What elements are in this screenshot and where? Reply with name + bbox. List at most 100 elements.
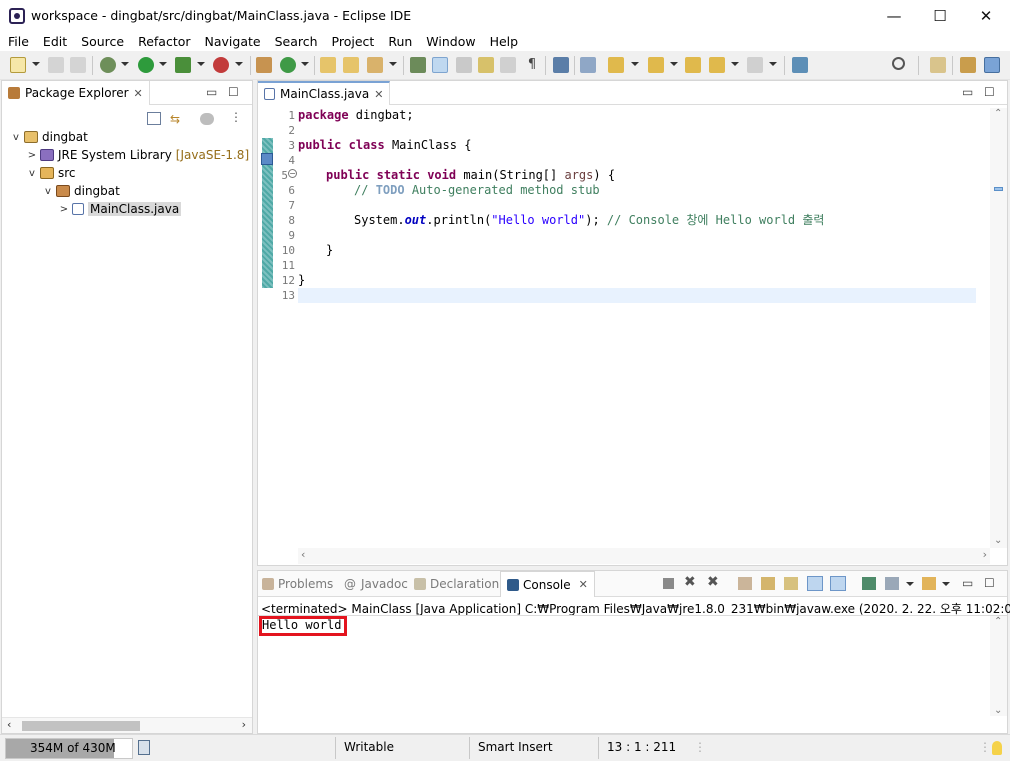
scroll-up-icon[interactable]: ⌃	[994, 616, 1002, 627]
menu-source[interactable]: Source	[73, 34, 130, 49]
last-edit-icon[interactable]	[685, 57, 701, 73]
external-tools-dropdown-icon[interactable]	[235, 62, 243, 66]
heap-status[interactable]: 354M of 430M	[5, 738, 133, 759]
package-explorer-hscrollbar[interactable]: ‹ ›	[2, 717, 252, 733]
garbage-collect-icon[interactable]	[138, 740, 150, 755]
save-icon[interactable]	[48, 57, 64, 73]
expand-chevron-icon[interactable]: v	[42, 186, 54, 197]
close-icon[interactable]: ✕	[579, 578, 588, 591]
menu-project[interactable]: Project	[324, 34, 381, 49]
link-with-editor-icon[interactable]: ⇆	[170, 112, 184, 126]
word-wrap-icon[interactable]	[500, 57, 516, 73]
tab-problems[interactable]: Problems	[262, 571, 333, 597]
close-icon[interactable]: ✕	[134, 87, 143, 100]
tree-item-project[interactable]: v dingbat	[10, 128, 88, 146]
overview-marker[interactable]	[994, 187, 1003, 191]
coverage-dropdown-icon[interactable]	[197, 62, 205, 66]
tab-console[interactable]: Console ✕	[500, 571, 595, 597]
menu-window[interactable]: Window	[418, 34, 481, 49]
search-icon[interactable]	[892, 57, 905, 70]
maximize-view-icon[interactable]: ☐	[984, 576, 995, 590]
view-menu-icon[interactable]: ⋮	[230, 110, 242, 124]
menu-edit[interactable]: Edit	[35, 34, 73, 49]
display-console-dropdown-icon[interactable]	[906, 582, 914, 586]
minimize-view-icon[interactable]: ▭	[962, 576, 973, 590]
open-console-icon[interactable]	[922, 577, 936, 590]
search-tool-icon[interactable]	[367, 57, 383, 73]
show-on-stderr-icon[interactable]	[830, 576, 846, 591]
new-icon[interactable]	[10, 57, 26, 73]
scroll-right-icon[interactable]: ›	[242, 718, 246, 731]
console-vscrollbar[interactable]: ⌃ ⌄	[990, 616, 1007, 716]
expand-chevron-icon[interactable]: >	[58, 204, 70, 215]
editor-tab-mainclass[interactable]: MainClass.java ✕	[258, 81, 391, 105]
previous-annotation-icon[interactable]	[648, 57, 664, 73]
open-task-icon[interactable]	[343, 57, 359, 73]
next-annotation-icon[interactable]	[608, 57, 624, 73]
run-dropdown-icon[interactable]	[159, 62, 167, 66]
back-icon[interactable]	[709, 57, 725, 73]
open-console-dropdown-icon[interactable]	[942, 582, 950, 586]
tree-item-package[interactable]: v dingbat	[42, 182, 120, 200]
new-java-class-icon[interactable]	[280, 57, 296, 73]
editor-vscrollbar[interactable]: ⌃ ⌄	[990, 108, 1007, 548]
tree-item-jre-library[interactable]: > JRE System Library [JavaSE-1.8]	[26, 146, 249, 164]
remove-launch-icon[interactable]: ✖	[684, 574, 696, 590]
scroll-left-icon[interactable]: ‹	[7, 718, 11, 731]
minimize-view-icon[interactable]: ▭	[206, 85, 217, 99]
menu-run[interactable]: Run	[380, 34, 418, 49]
debug-icon[interactable]	[100, 57, 116, 73]
minimize-button[interactable]: —	[871, 0, 917, 31]
pin-editor-icon[interactable]	[580, 57, 596, 73]
coverage-icon[interactable]	[175, 57, 191, 73]
previous-annotation-dropdown-icon[interactable]	[670, 62, 678, 66]
run-icon[interactable]	[138, 57, 154, 73]
expand-chevron-icon[interactable]: v	[10, 132, 22, 143]
collapse-all-icon[interactable]	[147, 112, 161, 125]
lightbulb-icon[interactable]	[992, 741, 1002, 755]
pilcrow-icon[interactable]: ¶	[524, 57, 540, 73]
tab-javadoc[interactable]: @ Javadoc	[344, 571, 408, 597]
mark-occurrences-icon[interactable]	[432, 57, 448, 73]
package-explorer-tab[interactable]: Package Explorer ✕	[2, 81, 150, 105]
terminate-icon[interactable]	[663, 578, 674, 589]
code-area[interactable]: package dingbat; public class MainClass …	[298, 108, 976, 548]
toggle-annotation-icon[interactable]	[410, 57, 426, 73]
console-output[interactable]: Hello world	[262, 618, 341, 632]
forward-icon[interactable]	[747, 57, 763, 73]
maximize-view-icon[interactable]: ☐	[228, 85, 239, 99]
show-whitespace-icon[interactable]	[478, 57, 494, 73]
java-perspective-icon[interactable]	[984, 57, 1000, 73]
close-icon[interactable]: ✕	[374, 88, 383, 101]
fold-toggle-icon[interactable]: −	[288, 169, 297, 178]
minimize-view-icon[interactable]: ▭	[962, 85, 973, 99]
display-console-icon[interactable]	[885, 577, 899, 590]
editor-hscrollbar[interactable]: ‹ ›	[298, 548, 990, 564]
next-annotation-dropdown-icon[interactable]	[631, 62, 639, 66]
menu-file[interactable]: File	[0, 34, 35, 49]
debug-dropdown-icon[interactable]	[121, 62, 129, 66]
maximize-button[interactable]: ☐	[917, 0, 963, 31]
block-selection-icon[interactable]	[456, 57, 472, 73]
new-dropdown-icon[interactable]	[32, 62, 40, 66]
pin-console-icon[interactable]	[862, 577, 876, 590]
clear-console-icon[interactable]	[738, 577, 752, 590]
close-button[interactable]: ✕	[963, 0, 1009, 31]
forward-dropdown-icon[interactable]	[769, 62, 777, 66]
open-type-icon[interactable]	[320, 57, 336, 73]
scroll-lock-icon[interactable]	[761, 577, 775, 590]
new-class-dropdown-icon[interactable]	[301, 62, 309, 66]
remove-all-terminated-icon[interactable]: ✖	[707, 574, 719, 590]
tree-item-mainclass[interactable]: > MainClass.java	[58, 200, 182, 218]
tab-declaration[interactable]: Declaration	[414, 571, 499, 597]
menu-help[interactable]: Help	[482, 34, 525, 49]
expand-chevron-icon[interactable]: >	[26, 150, 38, 161]
focus-on-task-icon[interactable]	[200, 113, 214, 125]
search-dropdown-icon[interactable]	[389, 62, 397, 66]
maximize-view-icon[interactable]: ☐	[984, 85, 995, 99]
java-ee-perspective-icon[interactable]	[960, 57, 976, 73]
console-view-icon[interactable]	[553, 57, 569, 73]
menu-refactor[interactable]: Refactor	[130, 34, 196, 49]
scroll-right-icon[interactable]: ›	[983, 548, 987, 561]
new-java-package-icon[interactable]	[256, 57, 272, 73]
